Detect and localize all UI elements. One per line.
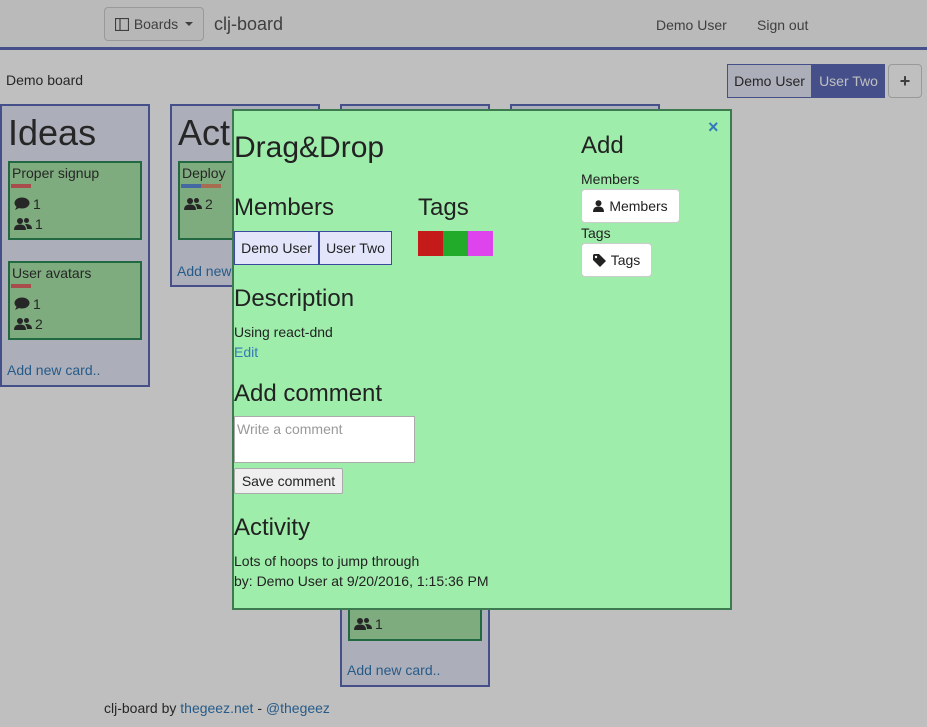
activity-meta: by: Demo User at 9/20/2016, 1:15:36 PM	[234, 573, 489, 589]
user-icon	[593, 200, 605, 212]
add-members-button[interactable]: Members	[581, 189, 680, 223]
tags-heading: Tags	[418, 194, 469, 221]
activity-heading: Activity	[234, 514, 311, 541]
add-members-label: Members	[581, 171, 640, 187]
edit-description-link[interactable]: Edit	[234, 344, 258, 360]
activity-text: Lots of hoops to jump through	[234, 553, 420, 569]
save-comment-button[interactable]: Save comment	[234, 468, 343, 494]
members-heading: Members	[234, 194, 335, 221]
close-icon[interactable]: ×	[708, 117, 719, 138]
tag-red[interactable]	[418, 231, 443, 256]
card-detail-modal: × Drag&Drop Members Demo User User Two T…	[232, 109, 732, 610]
comment-input[interactable]	[234, 416, 415, 463]
tag-magenta[interactable]	[468, 231, 493, 256]
description-text: Using react-dnd	[234, 324, 333, 340]
tag-green[interactable]	[443, 231, 468, 256]
member-chip-user-two[interactable]: User Two	[319, 231, 392, 265]
add-tags-button[interactable]: Tags	[581, 243, 652, 277]
card-title: Drag&Drop	[234, 131, 385, 164]
add-heading: Add	[581, 132, 624, 159]
add-comment-heading: Add comment	[234, 380, 383, 407]
member-chip-demo-user[interactable]: Demo User	[234, 231, 319, 265]
description-heading: Description	[234, 285, 355, 312]
add-tags-label: Tags	[581, 225, 611, 241]
tag-icon	[592, 253, 606, 267]
